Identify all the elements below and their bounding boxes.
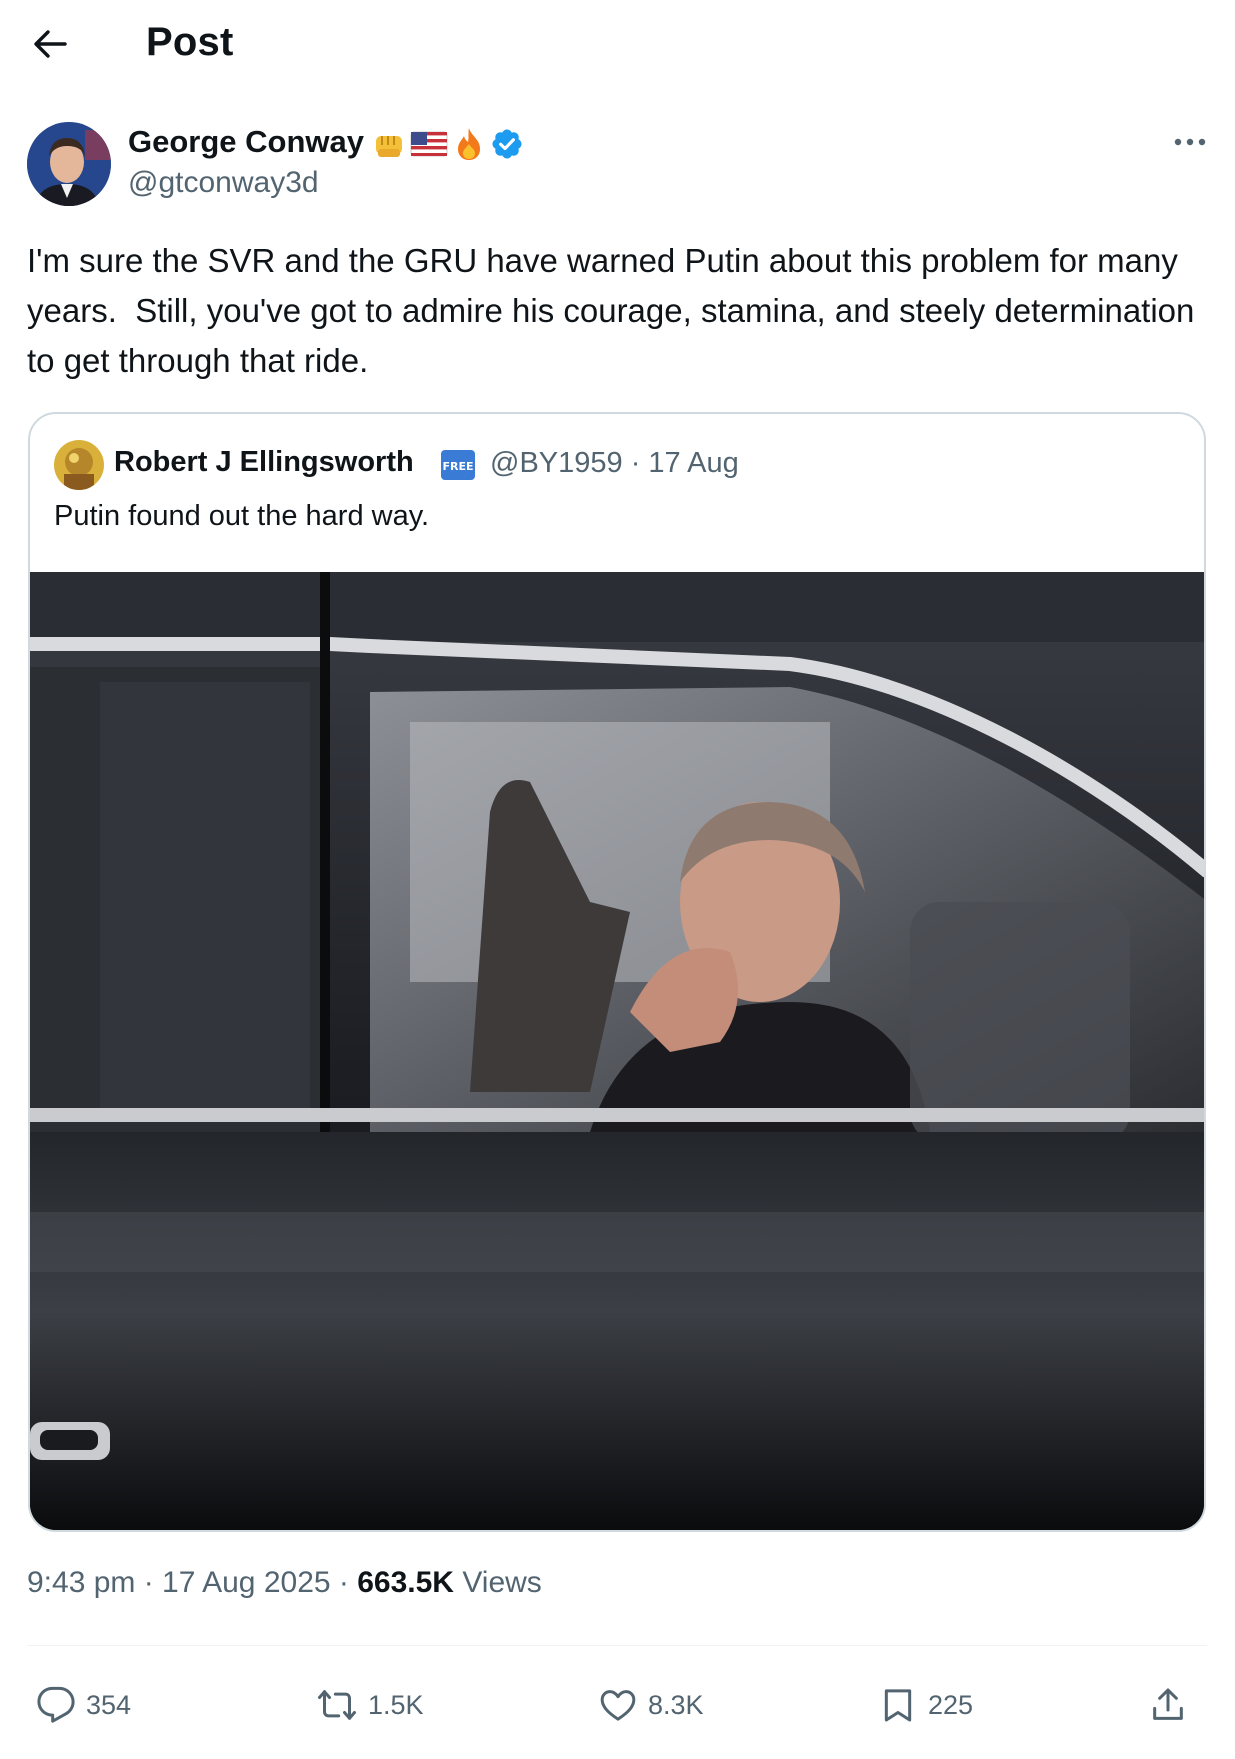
repost-count: 1.5K: [368, 1689, 424, 1720]
quoted-author-badge: FREE: [440, 448, 476, 487]
views-count: 663.5K: [357, 1566, 454, 1599]
post-text: I'm sure the SVR and the GRU have warned…: [27, 242, 1204, 379]
repost-icon: [318, 1690, 356, 1720]
post-timestamp[interactable]: 9:43 pm · 17 Aug 2025 ·: [27, 1566, 357, 1599]
back-arrow-icon: [34, 30, 67, 58]
back-button[interactable]: [28, 22, 72, 66]
quoted-author-name[interactable]: Robert J Ellingsworth: [114, 446, 414, 479]
reply-button[interactable]: 354: [36, 1680, 131, 1730]
page-header: Post: [0, 0, 1235, 90]
svg-text:FREE: FREE: [442, 460, 473, 473]
author-name[interactable]: George Conway: [128, 124, 364, 160]
author-badges: [372, 124, 524, 164]
reply-count: 354: [86, 1689, 132, 1720]
reply-icon: [37, 1686, 75, 1723]
bookmark-icon: [884, 1689, 912, 1722]
more-dots-icon: [1174, 138, 1206, 146]
us-flag-emoji-icon: [410, 131, 448, 157]
like-count: 8.3K: [648, 1689, 704, 1720]
quoted-post-text: Putin found out the hard way.: [54, 500, 430, 532]
repost-button[interactable]: 1.5K: [316, 1680, 424, 1730]
more-options-button[interactable]: [1160, 124, 1220, 160]
page-title: Post: [146, 20, 234, 64]
author-handle[interactable]: @gtconway3d: [128, 166, 319, 200]
heart-icon: [600, 1690, 636, 1721]
fist-emoji-icon: [376, 136, 402, 157]
bookmark-button[interactable]: 225: [878, 1680, 973, 1730]
post-meta: 9:43 pm · 17 Aug 2025 · 663.5K Views: [27, 1566, 542, 1600]
verified-badge-icon: [492, 129, 522, 159]
fire-emoji-icon: [458, 128, 480, 160]
divider: [27, 1645, 1207, 1646]
like-button[interactable]: 8.3K: [598, 1680, 704, 1730]
post-page: Post George Conway @gtconway3d I'm sure …: [0, 0, 1235, 1759]
action-bar: 354 1.5K 8.3K 225: [0, 1660, 1235, 1750]
quoted-author-avatar[interactable]: [54, 440, 104, 490]
views-label: Views: [453, 1566, 542, 1599]
free-badge-icon: FREE: [441, 450, 475, 480]
author-avatar[interactable]: [27, 122, 111, 206]
quoted-handle-date[interactable]: @BY1959 · 17 Aug: [490, 447, 739, 480]
share-button[interactable]: [1148, 1680, 1188, 1730]
quoted-post-image[interactable]: [30, 572, 1204, 1530]
quoted-post-card[interactable]: Robert J Ellingsworth FREE @BY1959 · 17 …: [28, 412, 1206, 1532]
share-icon: [1153, 1688, 1183, 1720]
bookmark-count: 225: [928, 1689, 974, 1720]
